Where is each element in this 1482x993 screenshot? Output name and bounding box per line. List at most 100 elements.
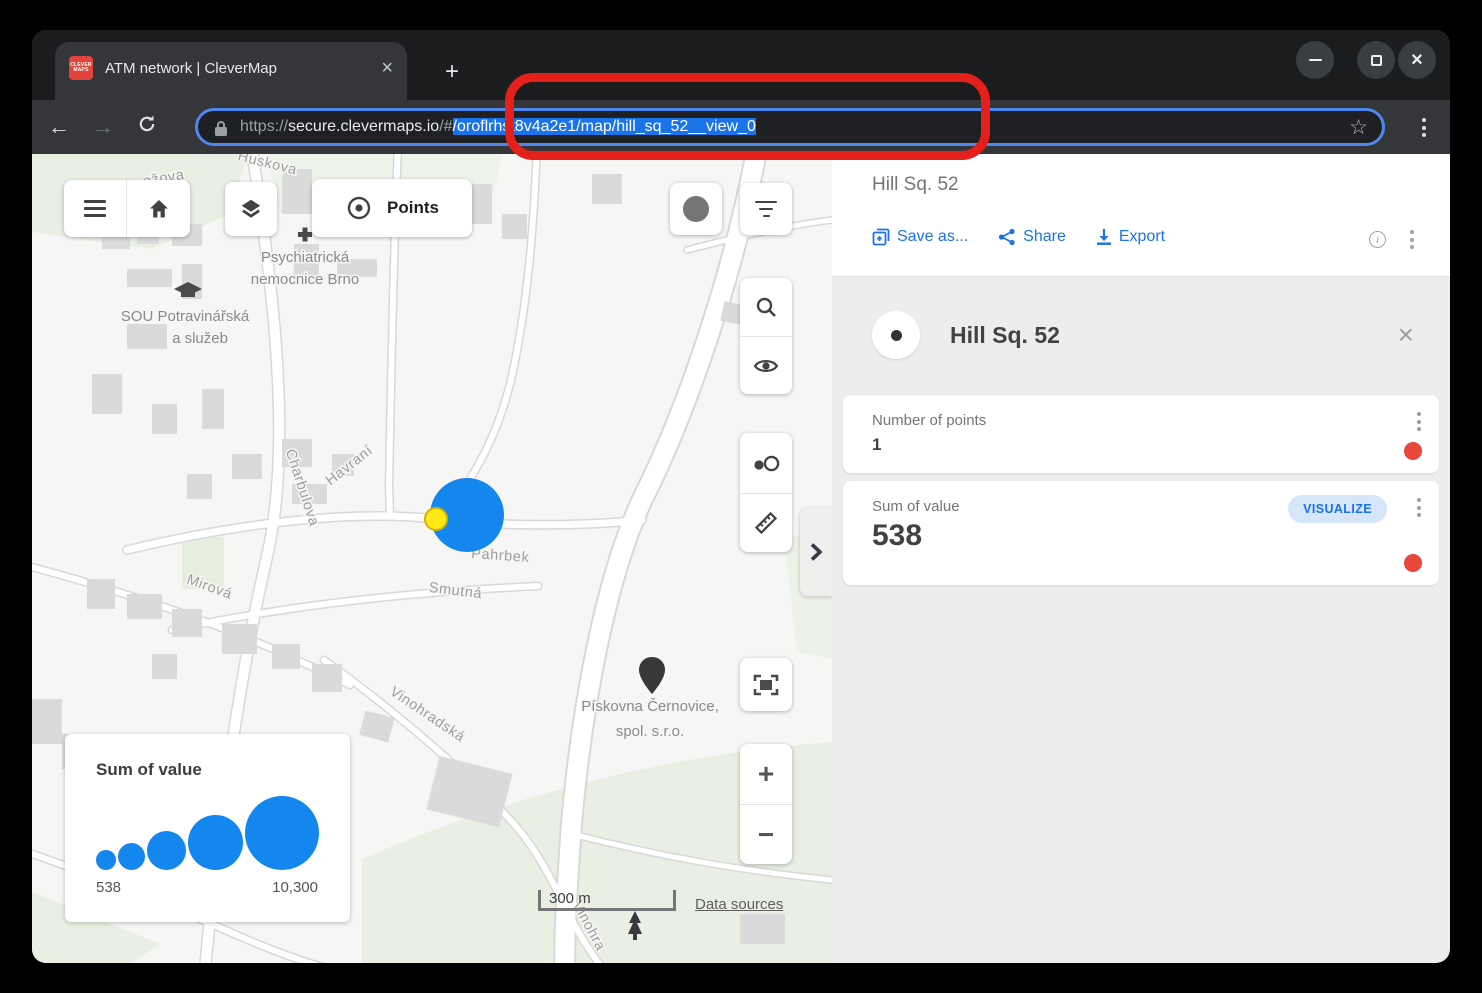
fit-bounds-icon	[752, 673, 780, 697]
minimize-icon	[1309, 59, 1322, 62]
point-dot-icon	[891, 330, 902, 341]
point-avatar	[872, 311, 920, 359]
points-layer-button[interactable]: Points	[312, 179, 472, 237]
bubble-legend: Sum of value 538 10,300	[65, 734, 350, 922]
panel-header: Hill Sq. 52 Save as...	[832, 154, 1450, 277]
save-as-button[interactable]: Save as...	[872, 228, 968, 246]
info-icon[interactable]: i	[1369, 231, 1386, 248]
hospital-cross-icon	[298, 228, 312, 242]
minimize-button[interactable]	[1296, 41, 1334, 79]
export-button[interactable]: Export	[1096, 228, 1165, 246]
export-label: Export	[1119, 228, 1165, 246]
menu-home-group	[64, 180, 190, 237]
view-options-kebab-icon[interactable]	[1410, 230, 1414, 249]
ssl-lock-icon	[214, 120, 228, 137]
home-icon	[147, 197, 171, 221]
zoom-controls: + −	[740, 744, 792, 864]
street-label: Havraní	[323, 443, 376, 489]
selection-title: Hill Sq. 52	[950, 322, 1398, 349]
share-label: Share	[1023, 228, 1066, 246]
circle-sizes-icon	[751, 451, 781, 475]
reload-icon	[137, 114, 157, 134]
export-download-icon	[1096, 228, 1112, 246]
selection-header: Hill Sq. 52 ×	[832, 311, 1450, 359]
zoom-in-icon: +	[758, 758, 774, 790]
bookmark-star-icon[interactable]: ☆	[1349, 115, 1368, 140]
url-text[interactable]: https://secure.clevermaps.io/#/oroflrhst…	[240, 118, 1339, 136]
poi-label: a služeb	[172, 330, 228, 347]
view-title: Hill Sq. 52	[872, 174, 1450, 196]
poi-label: SOU Potravinářská	[121, 308, 250, 325]
save-as-icon	[872, 228, 890, 246]
filter-button[interactable]	[740, 183, 792, 235]
indicator-card-number-of-points: Number of points 1	[843, 395, 1439, 473]
close-selection-icon[interactable]: ×	[1398, 323, 1414, 347]
chevron-right-icon	[809, 542, 823, 562]
maximize-button[interactable]	[1357, 41, 1395, 79]
card-kebab-icon[interactable]	[1417, 412, 1421, 431]
legend-min-value: 538	[96, 879, 121, 896]
legend-bubble	[188, 815, 243, 870]
place-pin-icon	[639, 657, 665, 694]
panel-body: Hill Sq. 52 × Number of points 1 Sum of …	[832, 277, 1450, 593]
layers-button[interactable]	[225, 182, 277, 236]
reload-button[interactable]	[130, 114, 164, 140]
basemap-style-button[interactable]	[670, 183, 722, 235]
browser-menu-icon[interactable]	[1422, 118, 1426, 137]
share-icon	[998, 228, 1016, 246]
points-button-label: Points	[387, 198, 439, 218]
circle-dot-icon	[345, 194, 373, 222]
main-menu-button[interactable]	[64, 180, 127, 237]
street-label: Smutná	[428, 580, 483, 602]
address-bar[interactable]: https://secure.clevermaps.io/#/oroflrhst…	[195, 108, 1385, 146]
indicator-card-sum-of-value: Sum of value 538 VISUALIZE	[843, 481, 1439, 585]
indicator-color-dot[interactable]	[1404, 554, 1422, 572]
tab-title: ATM network | CleverMap	[105, 60, 375, 77]
forward-button[interactable]: →	[86, 114, 120, 140]
zoom-out-icon: −	[758, 819, 774, 851]
details-panel: Hill Sq. 52 Save as...	[832, 154, 1450, 963]
legend-bubbles	[96, 784, 320, 870]
back-button[interactable]: ←	[42, 114, 76, 140]
panel-collapse-tab[interactable]	[800, 508, 832, 596]
tab-close-icon[interactable]: ×	[381, 58, 393, 78]
legend-title: Sum of value	[96, 760, 320, 780]
map-search-button[interactable]	[740, 278, 792, 336]
indicator-value: 1	[872, 435, 1419, 455]
scale-label: 300 m	[549, 890, 591, 907]
close-button[interactable]: ×	[1398, 41, 1436, 79]
ruler-icon	[752, 509, 780, 537]
measure-button[interactable]	[740, 493, 792, 552]
save-as-label: Save as...	[897, 228, 968, 246]
map-container: Huskova ežova Charbulova Havraní Pahrbek…	[32, 154, 832, 963]
close-icon: ×	[1411, 51, 1423, 69]
legend-bubble	[96, 850, 116, 870]
zoom-in-button[interactable]: +	[740, 744, 792, 804]
share-button[interactable]: Share	[998, 228, 1066, 246]
zoom-out-button[interactable]: −	[740, 804, 792, 864]
new-tab-button[interactable]: +	[437, 58, 467, 88]
poi-label: Psychiatrická	[261, 249, 350, 266]
selected-point-marker[interactable]	[425, 508, 447, 530]
poi-label: Pískovna Černovice,	[581, 698, 719, 715]
legend-max-value: 10,300	[272, 879, 318, 896]
maximize-icon	[1371, 55, 1382, 66]
visualize-button[interactable]: VISUALIZE	[1288, 495, 1387, 523]
browser-tab[interactable]: CLEVERMAPS ATM network | CleverMap ×	[55, 42, 407, 100]
data-sources-link[interactable]: Data sources	[695, 896, 783, 913]
card-kebab-icon[interactable]	[1417, 498, 1421, 517]
indicator-color-dot[interactable]	[1404, 442, 1422, 460]
gray-circle-icon	[683, 196, 709, 222]
map-scale-bar: 300 m	[538, 890, 676, 911]
clevermaps-favicon: CLEVERMAPS	[69, 56, 93, 80]
legend-bubble	[245, 796, 319, 870]
fit-bounds-button[interactable]	[740, 658, 792, 711]
poi-label: nemocnice Brno	[251, 271, 359, 288]
hamburger-icon	[84, 200, 106, 217]
browser-window: CLEVERMAPS ATM network | CleverMap × + ×…	[32, 30, 1450, 963]
layers-icon	[238, 196, 264, 222]
home-button[interactable]	[127, 180, 190, 237]
search-visibility-group	[740, 278, 792, 394]
bubble-size-button[interactable]	[740, 434, 792, 493]
visibility-button[interactable]	[740, 336, 792, 394]
